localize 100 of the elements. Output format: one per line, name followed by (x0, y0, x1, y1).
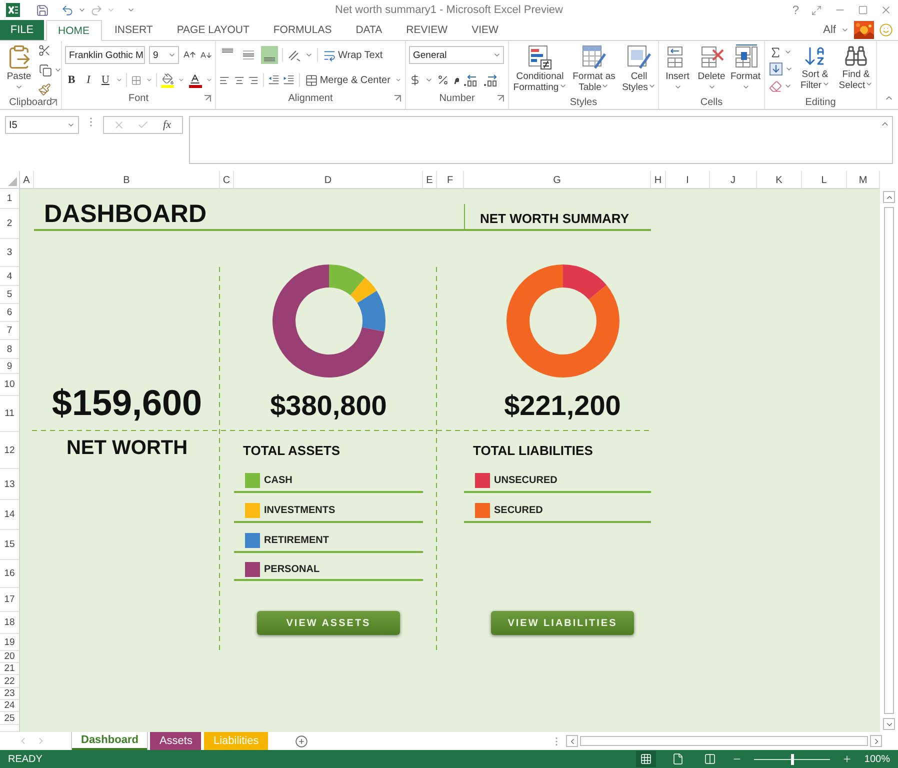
caret-icon[interactable] (648, 82, 656, 90)
row-header[interactable]: 15 (0, 530, 19, 560)
style-button[interactable]: Conditional Formatting (512, 44, 568, 95)
ribbon-tab[interactable]: FORMULAS (262, 20, 343, 40)
wrap-text-icon[interactable] (323, 48, 336, 62)
caret-icon[interactable] (15, 83, 23, 91)
row-header[interactable]: 14 (0, 500, 19, 530)
caret-icon[interactable] (54, 66, 62, 74)
merge-cells-icon[interactable] (304, 74, 318, 86)
zoom-thumb[interactable] (791, 754, 794, 764)
caret-icon[interactable] (206, 76, 212, 84)
caret-icon[interactable] (78, 6, 86, 14)
paste-button[interactable]: Paste (3, 44, 35, 96)
row-header[interactable]: 17 (0, 588, 19, 612)
percent-icon[interactable] (437, 74, 449, 86)
indent-increase-icon[interactable] (283, 74, 295, 86)
scroll-thumb[interactable] (884, 207, 894, 714)
caret-icon[interactable] (558, 82, 567, 90)
row-header[interactable]: 12 (0, 432, 19, 469)
caret-icon[interactable] (168, 51, 176, 59)
row-header[interactable]: 8 (0, 340, 19, 359)
row-header[interactable]: 13 (0, 469, 19, 500)
undo-icon[interactable] (61, 4, 74, 16)
increase-decimal-icon[interactable] (463, 74, 479, 86)
caret-icon[interactable] (841, 26, 849, 34)
zoom-in-icon[interactable] (842, 754, 852, 764)
scissors-icon[interactable] (38, 44, 51, 57)
underline-button[interactable]: U (98, 71, 112, 89)
style-button[interactable]: Cell Styles (620, 44, 658, 95)
align-lines-icon[interactable] (242, 48, 255, 62)
font-name-field[interactable]: Franklin Gothic M (65, 46, 145, 64)
row-header[interactable]: 6 (0, 304, 19, 322)
dialog-launcher-icon[interactable] (204, 95, 211, 102)
fill-down-icon[interactable] (769, 62, 783, 76)
help-button[interactable]: ? (792, 3, 799, 17)
paintbrush-icon[interactable] (38, 83, 51, 96)
user-name[interactable]: Alf (823, 24, 836, 36)
binoculars-icon[interactable] (844, 44, 868, 68)
indent-decrease-icon[interactable] (268, 74, 280, 86)
caret-icon[interactable] (742, 83, 750, 91)
caret-icon[interactable] (708, 83, 716, 91)
row-header[interactable]: 10 (0, 374, 19, 396)
caret-icon[interactable] (127, 6, 135, 14)
view-button[interactable]: VIEW ASSETS (257, 611, 400, 635)
row-header[interactable]: 24 (0, 700, 19, 712)
row-header[interactable]: 9 (0, 359, 19, 374)
cells-button[interactable]: Insert (662, 44, 693, 95)
row-header[interactable]: 11 (0, 396, 19, 432)
row-header[interactable]: 1 (0, 189, 19, 209)
bold-button[interactable]: B (65, 71, 78, 89)
caret-icon[interactable] (493, 51, 501, 59)
dialog-launcher-icon[interactable] (497, 95, 504, 102)
style-button[interactable]: Format as Table (571, 44, 617, 95)
caret-icon[interactable] (178, 76, 185, 84)
caret-icon[interactable] (146, 76, 152, 84)
table-style-icon[interactable] (581, 44, 607, 70)
excel-logo-icon[interactable] (6, 3, 20, 17)
find-select-button[interactable]: Find & Select (836, 44, 876, 95)
row-header[interactable]: 23 (0, 688, 19, 700)
caret-icon[interactable] (784, 82, 792, 90)
caret-icon[interactable] (784, 48, 792, 56)
row-header[interactable]: 19 (0, 634, 19, 651)
scroll-thumb[interactable] (580, 736, 868, 746)
caret-icon[interactable] (395, 76, 402, 84)
copy-icon[interactable] (39, 64, 52, 76)
insert-function-button[interactable]: fx (161, 119, 173, 131)
sheet-tab[interactable]: Assets (150, 732, 202, 750)
merge-center-button[interactable]: Merge & Center (304, 70, 392, 90)
caret-icon[interactable] (67, 121, 75, 129)
cells-button[interactable]: Delete (696, 44, 727, 95)
ribbon-tab[interactable]: VIEW (460, 20, 510, 40)
dialog-launcher-icon[interactable] (394, 95, 401, 102)
close-icon[interactable] (880, 4, 892, 16)
row-header[interactable]: 21 (0, 663, 19, 675)
cells-button[interactable]: Format (730, 44, 761, 95)
sheet-tab[interactable]: Dashboard (72, 732, 148, 750)
format-cells-icon[interactable] (732, 44, 758, 70)
sum-icon[interactable] (769, 46, 782, 58)
row-header[interactable]: 4 (0, 267, 19, 286)
caret-icon[interactable] (822, 80, 830, 88)
expand-icon[interactable] (811, 4, 822, 16)
number-format-field[interactable]: General (409, 46, 504, 64)
dialog-launcher-icon[interactable] (50, 99, 57, 106)
view-button[interactable]: VIEW LIABILITIES (491, 611, 634, 635)
normal-view-icon[interactable] (640, 753, 652, 765)
smiley-icon[interactable] (879, 23, 893, 37)
formula-field[interactable] (189, 116, 893, 164)
page-layout-icon[interactable] (672, 753, 684, 765)
ribbon-tab[interactable]: DATA (344, 20, 394, 40)
save-icon[interactable] (36, 4, 49, 16)
add-sheet-icon[interactable] (294, 734, 308, 748)
sort-filter-button[interactable]: Sort & Filter (797, 44, 833, 95)
dollar-icon[interactable] (409, 74, 421, 86)
caret-icon[interactable] (785, 65, 793, 73)
ribbon-tab[interactable]: REVIEW (395, 20, 459, 40)
page-break-icon[interactable] (704, 753, 716, 765)
font-color-icon[interactable] (188, 72, 202, 88)
name-box[interactable]: I5 (5, 116, 79, 134)
row-header[interactable]: 18 (0, 612, 19, 634)
row-header[interactable]: 2 (0, 209, 19, 239)
